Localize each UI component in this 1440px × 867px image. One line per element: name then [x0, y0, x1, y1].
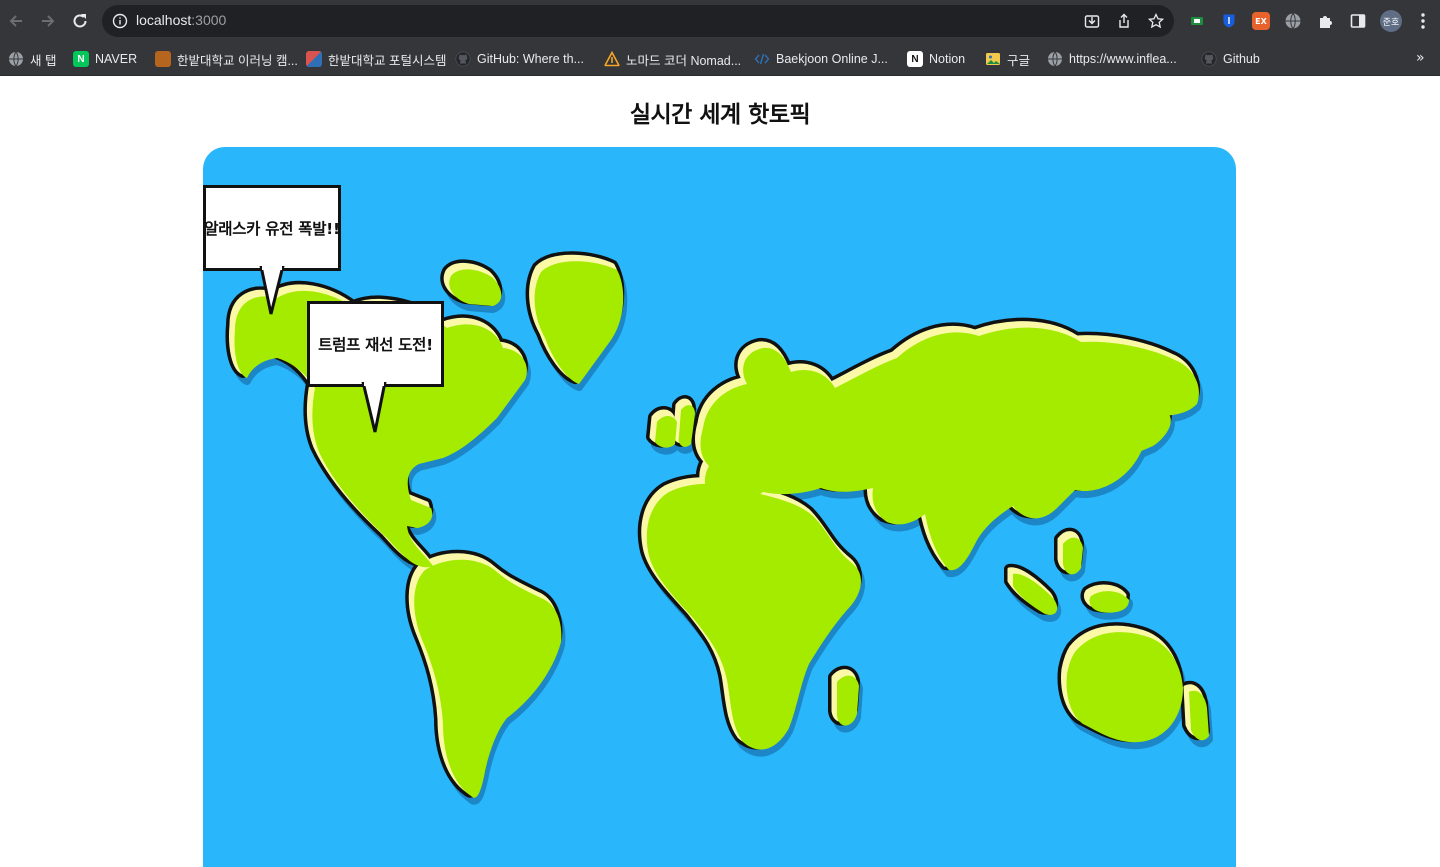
forward-button[interactable]: [36, 9, 60, 33]
topic-bubble-alaska[interactable]: 알래스카 유전 폭발!!: [203, 185, 341, 271]
side-panel-icon: [1350, 14, 1366, 28]
bookmark-hanbat-portal[interactable]: 한밭대학교 포털시스템: [306, 49, 446, 69]
extension-green-button[interactable]: [1187, 11, 1207, 31]
browser-menu-button[interactable]: [1413, 11, 1433, 31]
globe-icon: [1285, 13, 1301, 29]
image-icon: [986, 53, 1000, 65]
side-panel-button[interactable]: [1348, 11, 1368, 31]
url-host: localhost: [136, 12, 192, 28]
profile-avatar[interactable]: 준호: [1380, 10, 1402, 32]
puzzle-icon: [1320, 16, 1332, 28]
github-icon: [1201, 51, 1217, 67]
extension-green-icon: [1191, 17, 1203, 25]
bookmarks-overflow-button[interactable]: »: [1416, 50, 1425, 66]
share-icon: [1119, 13, 1129, 28]
bookmark-inflearn[interactable]: https://www.inflea...: [1047, 49, 1177, 69]
page-content: 실시간 세계 핫토픽 알래스카 유전 폭발!! 트럼프 재선 도전!: [0, 77, 1440, 867]
arrow-left-icon: [9, 15, 22, 27]
bubble-tail: [361, 382, 387, 433]
url-text[interactable]: localhost:3000: [136, 12, 226, 28]
bookmark-star-button[interactable]: [1146, 11, 1166, 31]
info-icon[interactable]: [112, 13, 128, 29]
back-button[interactable]: [4, 9, 28, 33]
bookmark-label: Notion: [929, 52, 966, 66]
bookmark-new-tab[interactable]: 새 탭: [8, 49, 56, 69]
extension-bitwarden-button[interactable]: [1219, 11, 1239, 31]
topic-text: 트럼프 재선 도전!: [318, 336, 433, 354]
nomad-coders-icon: [604, 51, 620, 67]
bookmark-label: https://www.inflea...: [1069, 52, 1177, 66]
install-icon: [1084, 15, 1100, 28]
world-map-illustration: [203, 147, 1236, 867]
bookmark-notion[interactable]: N Notion: [907, 49, 965, 69]
bookmark-github-home[interactable]: GitHub: Where th...: [455, 49, 584, 69]
extension-globe-button[interactable]: [1283, 11, 1303, 31]
notion-icon-letter: N: [911, 53, 919, 65]
bookmark-label: 노마드 코더 Nomad...: [626, 53, 742, 68]
bookmark-google[interactable]: 구글: [985, 49, 1030, 69]
world-map: 알래스카 유전 폭발!! 트럼프 재선 도전!: [203, 147, 1236, 867]
github-icon: [455, 51, 471, 67]
bookmark-label: 새 탭: [30, 53, 57, 68]
arrow-right-icon: [42, 15, 55, 27]
bookmark-label: Github: [1223, 52, 1260, 66]
bookmark-label: 한밭대학교 이러닝 캠...: [177, 53, 298, 68]
bubble-tail: [259, 266, 285, 315]
notion-icon: N: [907, 51, 923, 67]
browser-toolbar: localhost:3000 EX 준호: [0, 0, 1440, 42]
bookmark-label: 구글: [1007, 53, 1031, 68]
url-port: :3000: [191, 12, 227, 28]
book-icon: [155, 51, 171, 67]
globe-icon: [1048, 51, 1062, 67]
bookmark-label: 한밭대학교 포털시스템: [328, 53, 447, 68]
kebab-menu-icon: [1421, 13, 1425, 29]
share-button[interactable]: [1114, 11, 1134, 31]
extensions-menu-button[interactable]: [1316, 11, 1336, 31]
shield-icon: [1223, 14, 1235, 28]
naver-icon-letter: N: [77, 53, 85, 65]
bookmark-nomad-coders[interactable]: 노마드 코더 Nomad...: [604, 49, 741, 69]
portal-icon: [306, 51, 322, 67]
address-bar[interactable]: localhost:3000: [102, 5, 1174, 37]
reload-button[interactable]: [68, 9, 92, 33]
naver-icon: N: [73, 51, 89, 67]
topic-bubble-trump[interactable]: 트럼프 재선 도전!: [307, 301, 444, 387]
code-icon: [754, 53, 770, 65]
ex-icon-label: EX: [1255, 16, 1267, 26]
extension-ex-button[interactable]: EX: [1251, 11, 1271, 31]
bookmarks-bar: 새 탭 N NAVER 한밭대학교 이러닝 캠... 한밭대학교 포털시스템 G…: [0, 42, 1440, 76]
star-icon: [1148, 13, 1164, 29]
reload-icon: [73, 14, 87, 28]
bookmark-github[interactable]: Github: [1201, 49, 1260, 69]
profile-initials: 준호: [1382, 17, 1400, 28]
topic-text: 알래스카 유전 폭발!!: [204, 220, 340, 238]
globe-icon: [9, 51, 23, 67]
bookmark-label: NAVER: [95, 52, 138, 66]
install-app-button[interactable]: [1082, 11, 1102, 31]
bookmark-hanbat-elearning[interactable]: 한밭대학교 이러닝 캠...: [155, 49, 298, 69]
bookmark-label: Baekjoon Online J...: [776, 52, 888, 66]
bookmark-label: GitHub: Where th...: [477, 52, 584, 66]
bookmark-baekjoon[interactable]: Baekjoon Online J...: [754, 49, 888, 69]
ex-icon: EX: [1252, 12, 1270, 30]
bookmark-naver[interactable]: N NAVER: [73, 49, 137, 69]
page-title: 실시간 세계 핫토픽: [629, 102, 811, 128]
